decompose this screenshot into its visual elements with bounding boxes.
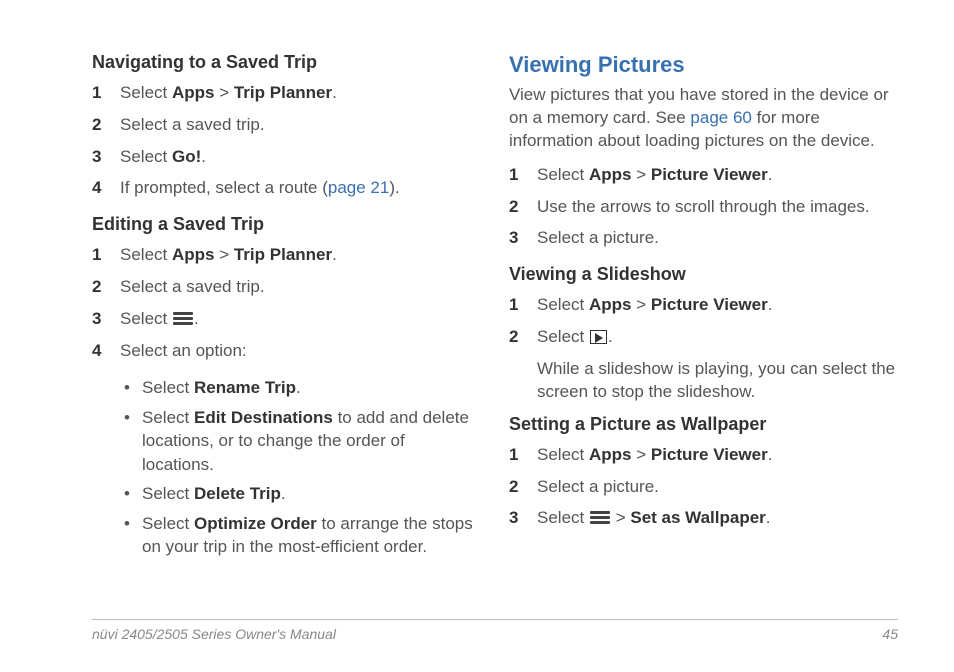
step-text: Select . [120,307,481,331]
step-item: 2 Select a saved trip. [92,113,481,137]
bullet-item: • Select Optimize Order to arrange the s… [120,512,481,559]
step-num: 2 [92,275,120,299]
step-text: Select a saved trip. [120,113,481,137]
bullet-text: Select Delete Trip. [142,482,481,505]
right-column: Viewing Pictures View pictures that you … [509,52,898,565]
step-list-wallpaper: 1 Select Apps > Picture Viewer. 2 Select… [509,443,898,530]
heading-navigating-saved-trip: Navigating to a Saved Trip [92,52,481,73]
bullet-dot: • [120,482,142,505]
step-list-slideshow: 1 Select Apps > Picture Viewer. 2 Select… [509,293,898,349]
step-num: 1 [92,81,120,105]
step-list-view: 1 Select Apps > Picture Viewer. 2 Use th… [509,163,898,250]
heading-editing-saved-trip: Editing a Saved Trip [92,214,481,235]
bullet-text: Select Optimize Order to arrange the sto… [142,512,481,559]
step-num: 1 [509,443,537,467]
step-num: 4 [92,176,120,200]
bullet-dot: • [120,376,142,399]
step-num: 4 [92,339,120,363]
step-item: 3 Select Go!. [92,145,481,169]
step-item: 1 Select Apps > Picture Viewer. [509,443,898,467]
step-num: 2 [509,325,537,349]
menu-icon [173,312,193,325]
step-item: 2 Select . [509,325,898,349]
step-text: Select a picture. [537,226,898,250]
step-num: 3 [509,226,537,250]
footer-title: nüvi 2405/2505 Series Owner's Manual [92,626,336,642]
link-page-21[interactable]: page 21 [328,178,389,197]
step-item: 1 Select Apps > Trip Planner. [92,243,481,267]
step-item: 1 Select Apps > Picture Viewer. [509,163,898,187]
bullet-text: Select Rename Trip. [142,376,481,399]
bullet-dot: • [120,512,142,535]
slideshow-note: While a slideshow is playing, you can se… [537,357,898,404]
step-text: Use the arrows to scroll through the ima… [537,195,898,219]
step-item: 3 Select . [92,307,481,331]
step-num: 2 [92,113,120,137]
step-text: Select Apps > Trip Planner. [120,81,481,105]
step-text: Select Apps > Picture Viewer. [537,443,898,467]
menu-icon [590,511,610,524]
page-content: Navigating to a Saved Trip 1 Select Apps… [0,0,954,565]
bullet-item: • Select Rename Trip. [120,376,481,399]
step-item: 2 Select a saved trip. [92,275,481,299]
step-num: 1 [92,243,120,267]
footer: nüvi 2405/2505 Series Owner's Manual 45 [92,619,898,642]
step-item: 3 Select > Set as Wallpaper. [509,506,898,530]
step-text: Select Apps > Trip Planner. [120,243,481,267]
step-item: 3 Select a picture. [509,226,898,250]
bullet-list: • Select Rename Trip. • Select Edit Dest… [120,376,481,558]
step-list-nav: 1 Select Apps > Trip Planner. 2 Select a… [92,81,481,200]
bullet-item: • Select Edit Destinations to add and de… [120,406,481,476]
step-num: 3 [92,145,120,169]
step-text: Select Apps > Picture Viewer. [537,293,898,317]
step-item: 4 Select an option: [92,339,481,363]
step-item: 2 Use the arrows to scroll through the i… [509,195,898,219]
step-item: 2 Select a picture. [509,475,898,499]
step-num: 2 [509,195,537,219]
step-text: Select an option: [120,339,481,363]
left-column: Navigating to a Saved Trip 1 Select Apps… [92,52,481,565]
step-item: 1 Select Apps > Trip Planner. [92,81,481,105]
step-num: 3 [509,506,537,530]
step-num: 2 [509,475,537,499]
link-page-60[interactable]: page 60 [690,108,751,127]
step-text: Select Go!. [120,145,481,169]
step-text: Select a saved trip. [120,275,481,299]
intro-text: View pictures that you have stored in th… [509,84,898,153]
step-item: 4 If prompted, select a route (page 21). [92,176,481,200]
step-text: If prompted, select a route (page 21). [120,176,481,200]
step-text: Select > Set as Wallpaper. [537,506,898,530]
heading-set-wallpaper: Setting a Picture as Wallpaper [509,414,898,435]
bullet-text: Select Edit Destinations to add and dele… [142,406,481,476]
step-num: 1 [509,163,537,187]
bullet-item: • Select Delete Trip. [120,482,481,505]
step-item: 1 Select Apps > Picture Viewer. [509,293,898,317]
heading-viewing-slideshow: Viewing a Slideshow [509,264,898,285]
step-num: 1 [509,293,537,317]
step-text: Select . [537,325,898,349]
step-num: 3 [92,307,120,331]
step-text: Select a picture. [537,475,898,499]
heading-viewing-pictures: Viewing Pictures [509,52,898,78]
step-text: Select Apps > Picture Viewer. [537,163,898,187]
bullet-dot: • [120,406,142,429]
footer-page-number: 45 [882,626,898,642]
play-icon [590,330,607,344]
step-list-edit: 1 Select Apps > Trip Planner. 2 Select a… [92,243,481,362]
